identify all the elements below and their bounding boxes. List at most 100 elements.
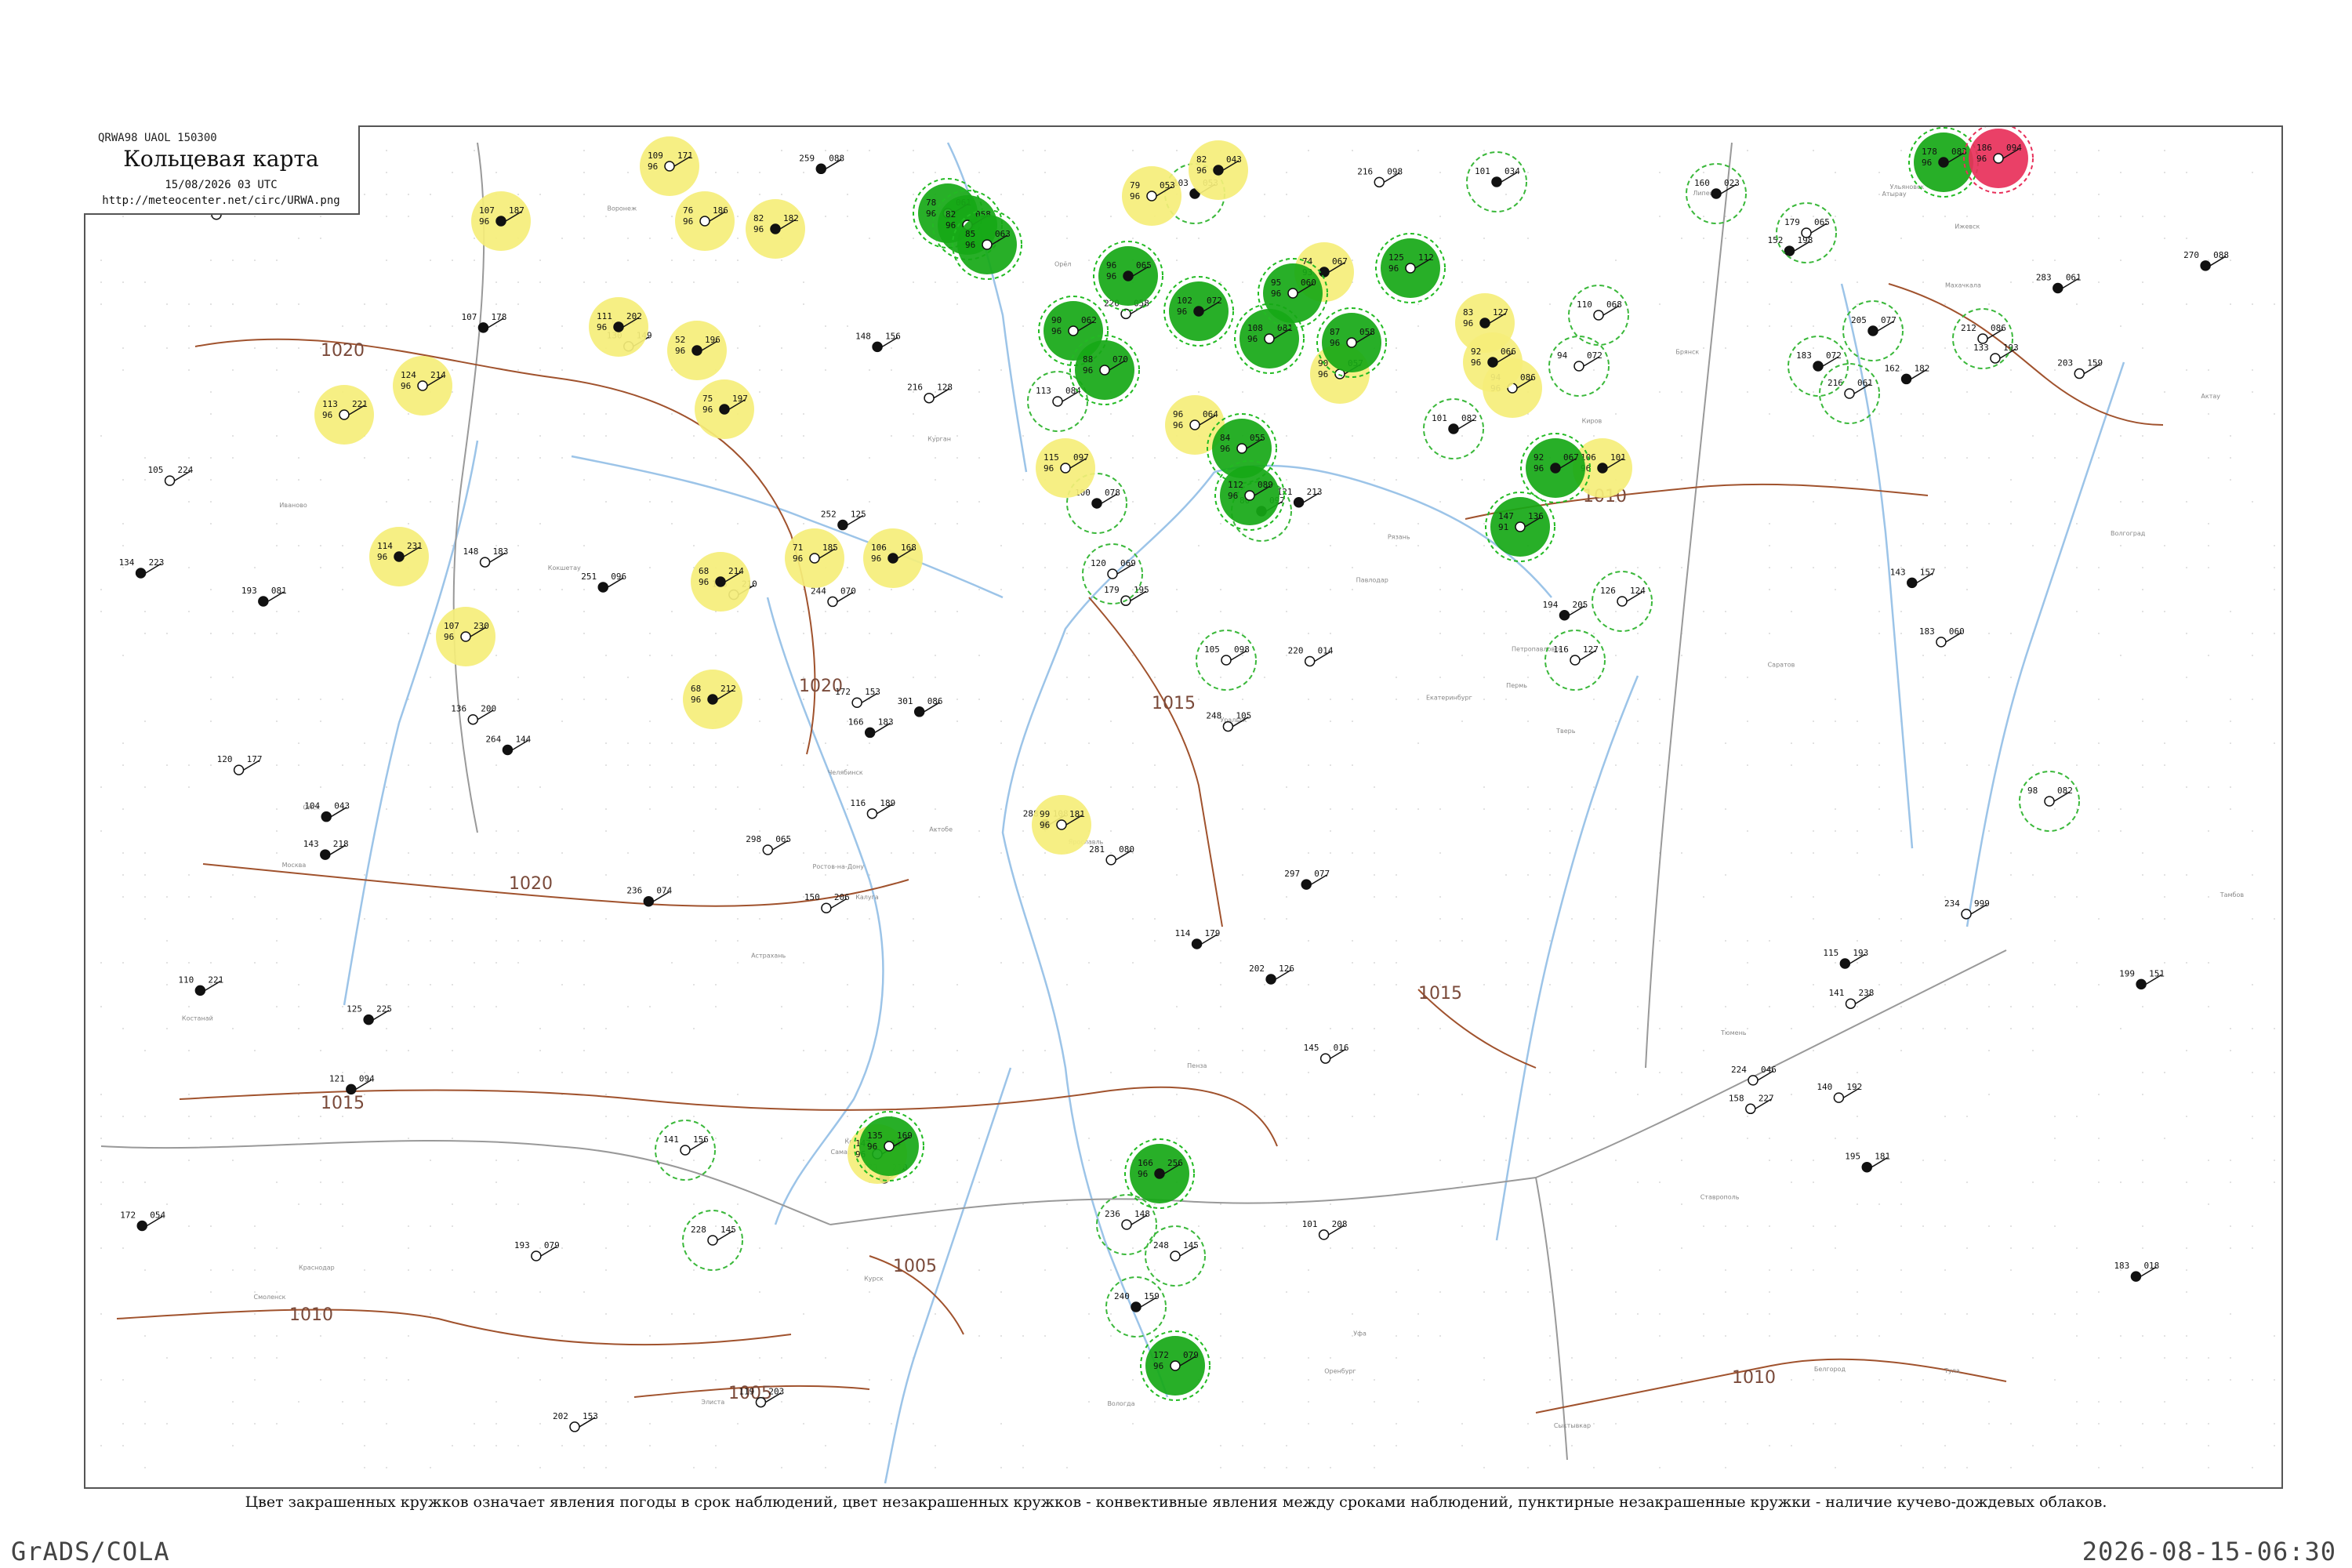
weather-station[interactable]: 116 127	[1553, 644, 1599, 666]
weather-station[interactable]: 134 223	[119, 557, 165, 579]
weather-station[interactable]: 202 126	[1249, 964, 1294, 985]
weather-station-yellow[interactable]: 6896 212	[683, 670, 742, 729]
weather-station-green[interactable]: 13596 169	[854, 1111, 924, 1181]
weather-station[interactable]: 224 046	[1731, 1065, 1777, 1086]
weather-station-green[interactable]: 8796058	[1316, 307, 1387, 378]
map-source-url[interactable]: http://meteocenter.net/circ/URWA.png	[84, 194, 358, 207]
weather-station-yellow[interactable]: 8296 043	[1189, 140, 1248, 200]
weather-station-yellow[interactable]: 7996 053	[1122, 166, 1181, 226]
weather-station[interactable]: 193 081	[241, 586, 287, 607]
weather-station[interactable]: 301 086	[898, 696, 943, 717]
weather-station[interactable]: 114 179	[1175, 928, 1221, 949]
weather-station-yellow[interactable]: 10796 187	[471, 191, 531, 251]
weather-station[interactable]: 216 098	[1357, 166, 1403, 188]
weather-station[interactable]: 143 218	[303, 839, 349, 860]
weather-station-green[interactable]: 17896083	[1908, 127, 1979, 198]
weather-station[interactable]: 205 077	[1851, 315, 1896, 336]
weather-station[interactable]: 264 144	[485, 735, 532, 756]
weather-station[interactable]: 183 018	[2114, 1261, 2159, 1282]
weather-station-yellow[interactable]: 12496 214	[393, 356, 452, 416]
weather-station-red[interactable]: 18696 094	[1963, 127, 2034, 194]
weather-station[interactable]: 172 054	[120, 1210, 165, 1232]
weather-station[interactable]: 94 072	[1557, 350, 1602, 372]
weather-station[interactable]: 143 157	[1890, 567, 1936, 589]
weather-station[interactable]: 179 065	[1784, 217, 1830, 238]
weather-station[interactable]: 101 034	[1475, 166, 1520, 187]
weather-station[interactable]: 140 192	[1817, 1082, 1862, 1103]
weather-station-yellow[interactable]: 8296 182	[746, 199, 805, 259]
weather-station[interactable]: 194 205	[1542, 600, 1588, 621]
weather-station[interactable]: 283 061	[2036, 273, 2082, 294]
weather-station[interactable]: 113 084	[1036, 386, 1081, 407]
weather-station-yellow[interactable]: 9296 066	[1463, 332, 1523, 392]
weather-station-green[interactable]: 10296 072	[1163, 276, 1234, 347]
weather-station-green[interactable]: 11296 089	[1214, 460, 1285, 531]
weather-station[interactable]: 105 224	[148, 465, 194, 486]
weather-station[interactable]: 172 153	[835, 687, 880, 708]
weather-station-yellow[interactable]: 7196 185	[785, 528, 844, 588]
weather-station[interactable]: 150 206	[804, 892, 850, 913]
weather-station[interactable]: 297 077	[1284, 869, 1330, 890]
weather-station-yellow[interactable]: 7596 197	[695, 379, 754, 439]
weather-station[interactable]: 216 128	[907, 383, 953, 404]
weather-station-yellow[interactable]: 11196 202	[589, 297, 648, 357]
weather-station-yellow[interactable]: 10796 230	[436, 607, 495, 666]
weather-station[interactable]: 270 088	[2183, 250, 2229, 271]
weather-station[interactable]: 195 181	[1845, 1152, 1890, 1173]
weather-station[interactable]: 240 159	[1114, 1291, 1160, 1312]
weather-station[interactable]: 298 065	[746, 834, 791, 855]
weather-station[interactable]: 101 082	[1432, 413, 1477, 434]
weather-station[interactable]: 248 145	[1153, 1240, 1199, 1261]
weather-station-green[interactable]: 12596 112	[1375, 233, 1446, 303]
weather-station[interactable]: 193 079	[514, 1240, 560, 1261]
weather-station-yellow[interactable]: 11496 231	[369, 527, 429, 586]
weather-station[interactable]: 141 238	[1829, 988, 1875, 1009]
weather-station[interactable]: 101 208	[1302, 1219, 1348, 1240]
weather-station-yellow[interactable]: 10696 168	[863, 528, 923, 588]
weather-station-green[interactable]: 17296 079	[1140, 1330, 1210, 1401]
weather-station[interactable]: 244 070	[811, 586, 856, 608]
weather-station-yellow[interactable]: 11396 221	[314, 385, 374, 445]
weather-station[interactable]: 110 068	[1577, 299, 1622, 321]
weather-station[interactable]: 105 098	[1204, 644, 1250, 666]
weather-station-green[interactable]: 14791 136	[1485, 492, 1555, 562]
weather-station[interactable]: 259 088	[799, 153, 844, 175]
weather-station[interactable]: 115 193	[1823, 948, 1868, 969]
weather-station[interactable]: 203 159	[2057, 358, 2103, 379]
weather-station[interactable]: 152 198	[1767, 235, 1813, 256]
weather-station[interactable]: 162 182	[1885, 363, 1930, 385]
weather-station[interactable]: 116 189	[850, 798, 895, 819]
weather-station[interactable]: 220 014	[1288, 645, 1334, 667]
weather-station[interactable]: 251 096	[581, 572, 626, 593]
weather-station[interactable]: 125 225	[347, 1004, 392, 1025]
weather-station[interactable]: 234 999	[1944, 898, 1990, 920]
weather-station[interactable]: 148 156	[855, 331, 901, 353]
weather-station[interactable]: 133 193	[1973, 343, 2019, 364]
weather-station-green[interactable]: 16696 256	[1124, 1138, 1195, 1209]
weather-station[interactable]: 183 072	[1796, 350, 1842, 372]
weather-station[interactable]: 104 043	[304, 801, 350, 822]
weather-station-yellow[interactable]: 7696 186	[675, 191, 735, 251]
weather-station[interactable]: 183 060	[1919, 626, 1965, 648]
weather-station[interactable]: 202 153	[553, 1411, 598, 1432]
weather-station[interactable]: 107 178	[461, 312, 506, 333]
weather-station-yellow[interactable]: 6896 214	[691, 552, 750, 612]
weather-station[interactable]: 148 183	[463, 546, 509, 568]
weather-station-yellow[interactable]: 11596 097	[1036, 438, 1095, 498]
weather-station[interactable]: 126 124	[1600, 586, 1646, 607]
weather-station-green[interactable]: 8596 063	[952, 209, 1022, 280]
weather-station-green[interactable]: 9296 067	[1520, 433, 1591, 503]
weather-station[interactable]: 199 151	[2119, 968, 2165, 990]
weather-station[interactable]: 98 082	[2027, 786, 2073, 807]
weather-station[interactable]: 158 227	[1729, 1093, 1774, 1115]
weather-station-yellow[interactable]: 5296 196	[667, 321, 727, 380]
weather-station[interactable]: 281 080	[1089, 844, 1134, 866]
weather-station-green[interactable]: 9696 065	[1093, 241, 1163, 311]
weather-station-yellow[interactable]: 10996 171	[640, 136, 699, 196]
weather-station[interactable]: 179 195	[1104, 585, 1149, 606]
weather-station[interactable]: 236 148	[1105, 1209, 1150, 1230]
weather-station[interactable]: 110 221	[178, 975, 223, 996]
weather-station-green[interactable]: 8896 070	[1069, 335, 1140, 405]
weather-station[interactable]: 145 016	[1304, 1043, 1349, 1064]
weather-station[interactable]: 228 145	[691, 1225, 736, 1246]
